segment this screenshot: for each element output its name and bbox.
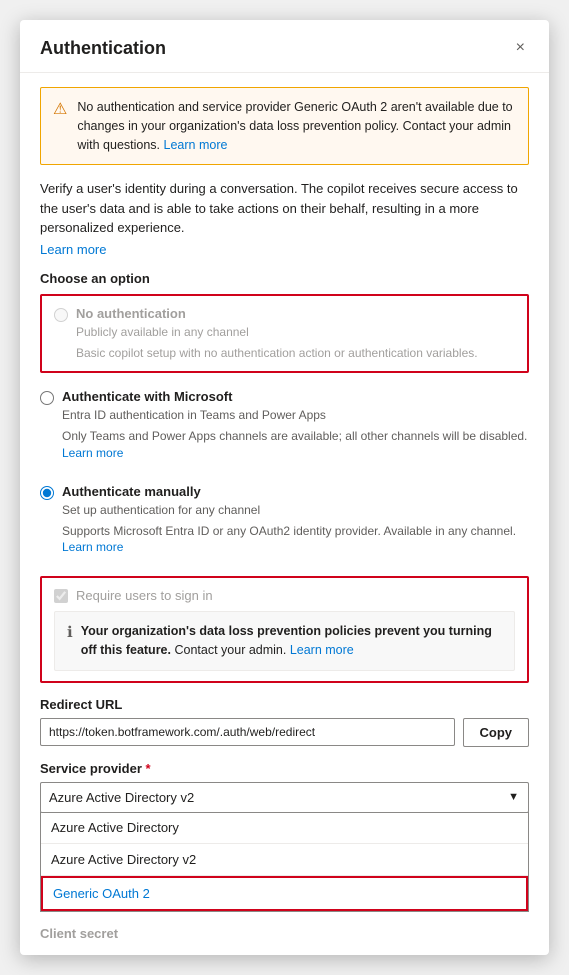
manual-auth-row: Authenticate manually xyxy=(40,484,529,500)
required-indicator: * xyxy=(146,761,151,776)
service-provider-label: Service provider * xyxy=(40,761,529,776)
dialog-body: ⚠ No authentication and service provider… xyxy=(20,73,549,955)
dropdown-option-aad[interactable]: Azure Active Directory xyxy=(41,812,528,844)
warning-text: No authentication and service provider G… xyxy=(77,98,516,154)
require-signin-box: Require users to sign in ℹ Your organiza… xyxy=(40,576,529,683)
microsoft-auth-desc2: Only Teams and Power Apps channels are a… xyxy=(62,428,529,462)
choose-option-label: Choose an option xyxy=(40,271,529,286)
authentication-dialog: Authentication × ⚠ No authentication and… xyxy=(20,20,549,955)
dropdown-options-list: Azure Active Directory Azure Active Dire… xyxy=(40,812,529,912)
service-provider-dropdown: Azure Active Directory Azure Active Dire… xyxy=(40,782,529,813)
client-secret-label: Client secret xyxy=(40,926,529,941)
dialog-title: Authentication xyxy=(40,38,166,59)
no-auth-desc1: Publicly available in any channel xyxy=(76,324,515,341)
microsoft-auth-learn-more[interactable]: Learn more xyxy=(62,446,123,460)
redirect-url-row: Copy xyxy=(40,718,529,747)
microsoft-auth-row: Authenticate with Microsoft xyxy=(40,389,529,405)
manual-auth-option: Authenticate manually Set up authenticat… xyxy=(40,474,529,566)
redirect-url-label: Redirect URL xyxy=(40,697,529,712)
close-button[interactable]: × xyxy=(512,36,529,60)
redirect-url-input[interactable] xyxy=(40,718,455,746)
manual-auth-desc2: Supports Microsoft Entra ID or any OAuth… xyxy=(62,523,529,557)
microsoft-auth-option: Authenticate with Microsoft Entra ID aut… xyxy=(40,379,529,471)
no-auth-option-box: No authentication Publicly available in … xyxy=(40,294,529,374)
dlp-learn-more-link[interactable]: Learn more xyxy=(290,643,354,657)
warning-icon: ⚠ xyxy=(53,99,67,154)
manual-auth-radio[interactable] xyxy=(40,486,54,500)
dlp-info-box: ℹ Your organization's data loss preventi… xyxy=(54,611,515,671)
dropdown-option-aad-v2[interactable]: Azure Active Directory v2 xyxy=(41,844,528,876)
require-signin-row: Require users to sign in xyxy=(54,588,515,603)
dlp-text: Your organization's data loss prevention… xyxy=(81,622,502,660)
require-signin-checkbox[interactable] xyxy=(54,589,68,603)
manual-auth-learn-more[interactable]: Learn more xyxy=(62,540,123,554)
dialog-header: Authentication × xyxy=(20,20,549,73)
manual-auth-desc1: Set up authentication for any channel xyxy=(62,502,529,519)
require-signin-label: Require users to sign in xyxy=(76,588,213,603)
microsoft-auth-desc1: Entra ID authentication in Teams and Pow… xyxy=(62,407,529,424)
no-auth-desc2: Basic copilot setup with no authenticati… xyxy=(76,345,515,362)
warning-learn-more-link[interactable]: Learn more xyxy=(164,138,228,152)
no-auth-radio[interactable] xyxy=(54,308,68,322)
service-provider-section: Service provider * Azure Active Director… xyxy=(40,761,529,912)
redirect-url-section: Redirect URL Copy xyxy=(40,697,529,747)
description-learn-more-link[interactable]: Learn more xyxy=(40,242,106,257)
microsoft-auth-label: Authenticate with Microsoft xyxy=(62,389,232,404)
info-icon: ℹ xyxy=(67,623,73,641)
service-provider-select[interactable]: Azure Active Directory Azure Active Dire… xyxy=(40,782,529,813)
no-auth-row: No authentication xyxy=(54,306,515,322)
no-auth-label: No authentication xyxy=(76,306,186,321)
copy-button[interactable]: Copy xyxy=(463,718,530,747)
description-text: Verify a user's identity during a conver… xyxy=(40,179,529,238)
microsoft-auth-radio[interactable] xyxy=(40,391,54,405)
warning-banner: ⚠ No authentication and service provider… xyxy=(40,87,529,165)
manual-auth-label: Authenticate manually xyxy=(62,484,201,499)
dropdown-option-generic-oauth[interactable]: Generic OAuth 2 xyxy=(41,876,528,911)
